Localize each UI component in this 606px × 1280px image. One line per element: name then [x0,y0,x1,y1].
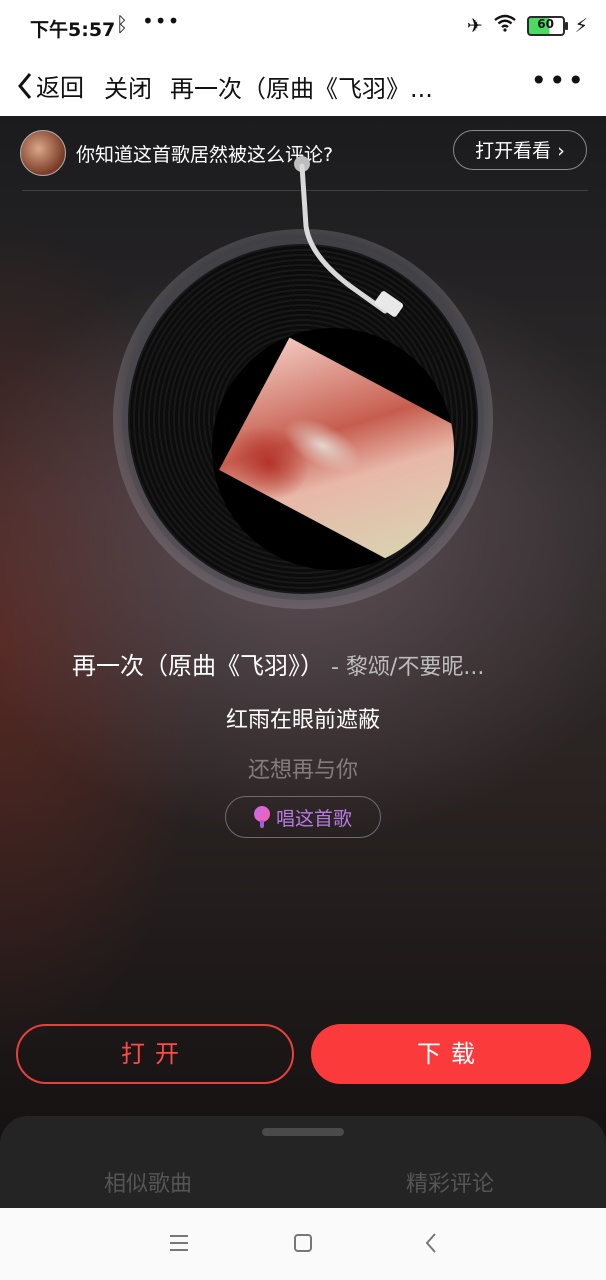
back-button[interactable]: 返回 [16,68,84,103]
microphone-icon [253,806,270,828]
tab-similar-songs[interactable]: 相似歌曲 [104,1166,192,1198]
bluetooth-icon: ᛒ [116,12,128,36]
chevron-left-icon [18,72,32,99]
notification-dots-icon: ••• [142,9,181,33]
lyric-next: 还想再与你 [247,758,358,783]
more-menu-icon[interactable]: ••• [530,64,586,97]
status-time: 下午5:57 [30,19,116,41]
browser-nav-bar: 返回 关闭 再一次（原曲《飞羽》... ••• [0,54,606,116]
player-area: 你知道这首歌居然被这么评论? 打开看看 › 再一次（原曲《飞羽》） - 黎颂/不… [0,116,606,1208]
avatar [20,130,66,176]
sing-label: 唱这首歌 [275,807,352,830]
lyric-current: 红雨在眼前遮蔽 [225,708,380,733]
drag-handle[interactable] [262,1128,344,1136]
airplane-icon: ✈ [466,14,483,37]
back-label: 返回 [36,74,84,102]
charging-icon: ⚡ [574,14,588,37]
open-app-button[interactable]: 打开 [16,1024,294,1084]
status-bar: 下午5:57 ᛒ ••• ✈ 60 ⚡ [0,0,606,54]
home-icon[interactable] [293,1233,313,1253]
close-button[interactable]: 关闭 [104,69,152,104]
open-look-button[interactable]: 打开看看 › [453,130,587,170]
bottom-sheet[interactable]: 相似歌曲 精彩评论 [0,1116,606,1208]
sing-song-button[interactable]: 唱这首歌 [225,796,381,838]
menu-icon[interactable] [169,1234,189,1252]
wifi-icon [493,14,517,37]
download-button[interactable]: 下载 [311,1024,591,1084]
tonearm-icon [294,156,404,317]
battery-icon: 60 [526,15,568,36]
back-nav-icon[interactable] [424,1232,438,1254]
album-art [212,328,454,570]
system-nav-bar [0,1208,606,1280]
artist-name: - 黎颂/不要昵... [324,655,485,680]
tab-comments[interactable]: 精彩评论 [406,1166,494,1198]
page-title: 再一次（原曲《飞羽》... [170,75,433,103]
song-title: 再一次（原曲《飞羽》） - 黎颂/不要昵... [72,652,485,680]
